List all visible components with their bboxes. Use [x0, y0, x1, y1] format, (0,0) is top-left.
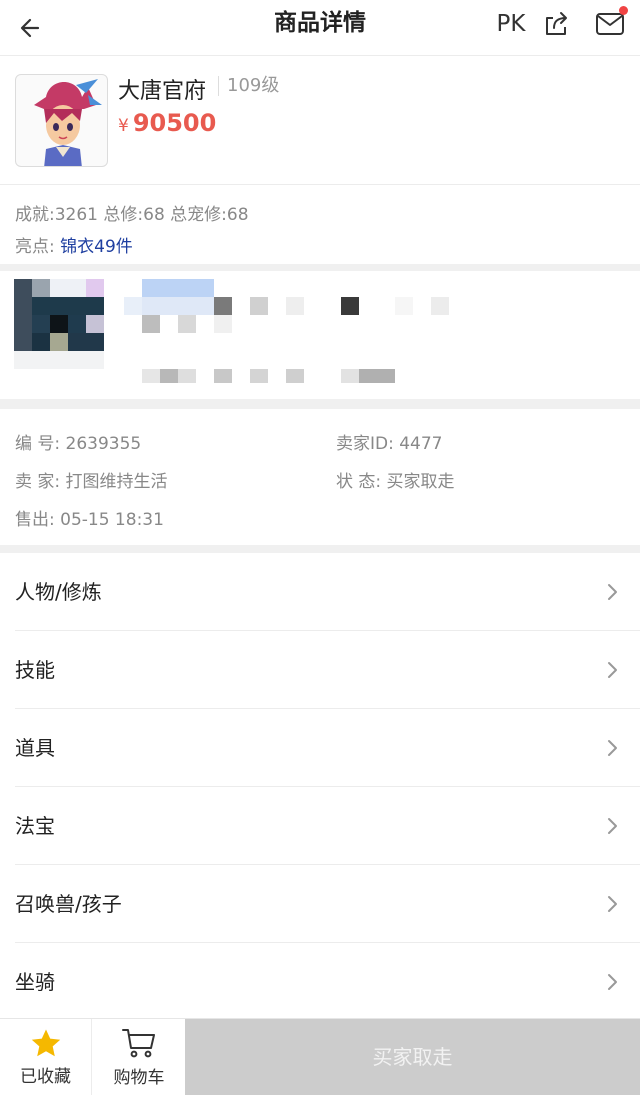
pixel-block: [359, 369, 395, 383]
pixel-block: [32, 333, 50, 351]
chevron-right-icon: [608, 818, 617, 834]
section-divider: [0, 545, 640, 553]
share-icon: [546, 12, 567, 35]
chevron-right-icon: [608, 740, 617, 756]
chevron-right-icon: [608, 896, 617, 912]
character-class: 大唐官府: [118, 79, 207, 104]
pixel-block: [214, 369, 232, 383]
pixel-block: [142, 297, 214, 315]
menu-item-skills[interactable]: 技能: [0, 631, 640, 709]
pixel-block: [50, 315, 68, 333]
chevron-right-icon: [608, 584, 617, 600]
section-divider: [0, 399, 640, 409]
pixel-block: [341, 369, 359, 383]
highlight-value[interactable]: 锦衣49件: [60, 237, 133, 257]
mail-icon: [596, 13, 624, 35]
menu-item-label: 坐骑: [15, 970, 55, 994]
sold-time: 售出: 05-15 18:31: [15, 510, 164, 530]
highlights: 亮点: 锦衣49件: [15, 232, 133, 257]
menu-item-label: 技能: [15, 658, 55, 682]
favorite-button[interactable]: 已收藏: [0, 1019, 92, 1095]
pixel-block: [286, 369, 304, 383]
pixel-block: [286, 297, 304, 315]
top-nav-bar: 商品详情 PK: [0, 0, 640, 56]
pixel-block: [68, 333, 104, 351]
pixel-block: [86, 315, 104, 333]
menu-item-items[interactable]: 道具: [0, 709, 640, 787]
pixel-block: [142, 369, 160, 383]
pixel-block: [32, 279, 50, 297]
cart-button[interactable]: 购物车: [93, 1019, 185, 1095]
pixel-block: [395, 297, 413, 315]
pixel-block: [431, 297, 449, 315]
menu-item-label: 法宝: [15, 814, 55, 838]
price-value: 90500: [132, 109, 217, 137]
pixel-block: [86, 279, 104, 297]
section-divider: [0, 264, 640, 271]
currency-symbol: ¥: [118, 116, 129, 136]
menu-item-character-cultivation[interactable]: 人物/修炼: [0, 553, 640, 631]
price: ¥90500: [118, 109, 216, 137]
cart-label: 购物车: [113, 1068, 165, 1088]
pixel-block: [32, 297, 104, 315]
achievement-stats: 成就:3261 总修:68 总宠修:68: [15, 205, 249, 225]
pixel-block: [250, 297, 268, 315]
pixel-block: [178, 315, 196, 333]
pixel-block: [50, 279, 86, 297]
pixel-block: [250, 369, 268, 383]
pixel-block: [124, 297, 142, 315]
share-button[interactable]: [538, 6, 574, 42]
menu-item-label: 人物/修炼: [15, 580, 102, 604]
character-portrait-icon: [34, 79, 102, 166]
favorite-label: 已收藏: [20, 1067, 71, 1087]
pixel-block: [68, 315, 86, 333]
character-level: 109级: [218, 76, 279, 96]
chevron-right-icon: [608, 662, 617, 678]
order-meta: 编 号: 2639355 卖家ID: 4477 卖 家: 打图维持生活 状 态:…: [0, 409, 640, 547]
pixel-block: [178, 369, 196, 383]
highlight-label: 亮点:: [15, 237, 61, 257]
pixelated-content: [0, 271, 640, 399]
menu-item-treasures[interactable]: 法宝: [0, 787, 640, 865]
seller-name: 卖 家: 打图维持生活: [15, 472, 168, 492]
seller-id: 卖家ID: 4477: [336, 434, 443, 454]
pixel-block: [160, 369, 178, 383]
order-status: 状 态: 买家取走: [336, 472, 455, 492]
menu-item-summons-children[interactable]: 召唤兽/孩子: [0, 865, 640, 943]
pk-button[interactable]: PK: [494, 8, 528, 40]
pixel-block: [32, 315, 50, 333]
purchase-status-button[interactable]: 买家取走: [185, 1019, 640, 1095]
star-icon: [31, 1029, 60, 1057]
character-avatar[interactable]: [15, 74, 108, 167]
pixel-block: [14, 351, 104, 369]
notification-dot: [619, 6, 628, 15]
pixel-block: [341, 297, 359, 315]
menu-item-mounts[interactable]: 坐骑: [0, 943, 640, 1021]
pixel-block: [142, 315, 160, 333]
order-number: 编 号: 2639355: [15, 434, 142, 454]
stats-section: 成就:3261 总修:68 总宠修:68 亮点: 锦衣49件: [0, 186, 640, 264]
pixel-block: [214, 315, 232, 333]
pixel-block: [214, 297, 232, 315]
chevron-right-icon: [608, 974, 617, 990]
menu-item-label: 召唤兽/孩子: [15, 892, 122, 916]
pixel-block: [142, 279, 214, 297]
bottom-action-bar: 已收藏 购物车 买家取走: [0, 1018, 640, 1095]
pixel-block: [50, 333, 68, 351]
shopping-cart-icon: [122, 1029, 155, 1058]
menu-item-label: 道具: [15, 736, 55, 760]
product-header: 大唐官府 109级 ¥90500: [0, 57, 640, 185]
